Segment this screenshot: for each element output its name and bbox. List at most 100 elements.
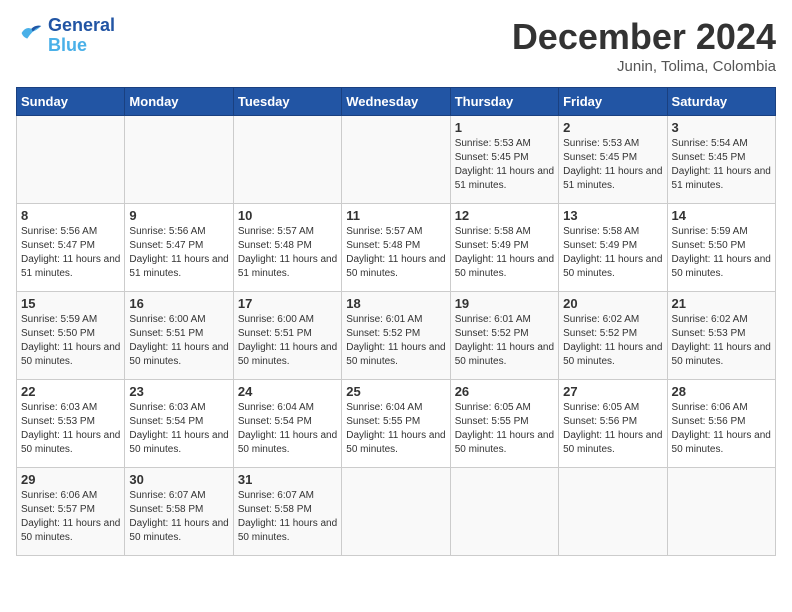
day-of-week-header: Wednesday bbox=[342, 88, 450, 116]
day-info: Sunrise: 6:05 AM Sunset: 5:56 PM Dayligh… bbox=[563, 401, 662, 457]
day-of-week-header: Tuesday bbox=[233, 88, 341, 116]
day-info: Sunrise: 5:57 AM Sunset: 5:48 PM Dayligh… bbox=[346, 225, 445, 281]
calendar-week-row: 8 Sunrise: 5:56 AM Sunset: 5:47 PM Dayli… bbox=[17, 204, 776, 292]
day-number: 22 bbox=[21, 384, 120, 399]
day-number: 18 bbox=[346, 296, 445, 311]
day-number: 25 bbox=[346, 384, 445, 399]
calendar-day-cell bbox=[450, 468, 558, 556]
day-of-week-header: Thursday bbox=[450, 88, 558, 116]
calendar-day-cell bbox=[342, 468, 450, 556]
day-info: Sunrise: 6:04 AM Sunset: 5:55 PM Dayligh… bbox=[346, 401, 445, 457]
calendar-day-cell: 16 Sunrise: 6:00 AM Sunset: 5:51 PM Dayl… bbox=[125, 292, 233, 380]
calendar-day-cell: 1 Sunrise: 5:53 AM Sunset: 5:45 PM Dayli… bbox=[450, 116, 558, 204]
day-info: Sunrise: 6:00 AM Sunset: 5:51 PM Dayligh… bbox=[238, 313, 337, 369]
calendar-week-row: 29 Sunrise: 6:06 AM Sunset: 5:57 PM Dayl… bbox=[17, 468, 776, 556]
day-info: Sunrise: 6:03 AM Sunset: 5:54 PM Dayligh… bbox=[129, 401, 228, 457]
calendar-day-cell bbox=[559, 468, 667, 556]
calendar-day-cell: 10 Sunrise: 5:57 AM Sunset: 5:48 PM Dayl… bbox=[233, 204, 341, 292]
day-info: Sunrise: 5:56 AM Sunset: 5:47 PM Dayligh… bbox=[129, 225, 228, 281]
calendar-day-cell: 15 Sunrise: 5:59 AM Sunset: 5:50 PM Dayl… bbox=[17, 292, 125, 380]
day-info: Sunrise: 5:59 AM Sunset: 5:50 PM Dayligh… bbox=[672, 225, 771, 281]
day-number: 10 bbox=[238, 208, 337, 223]
day-info: Sunrise: 6:06 AM Sunset: 5:56 PM Dayligh… bbox=[672, 401, 771, 457]
day-number: 17 bbox=[238, 296, 337, 311]
calendar-week-row: 1 Sunrise: 5:53 AM Sunset: 5:45 PM Dayli… bbox=[17, 116, 776, 204]
logo: General Blue bbox=[16, 16, 115, 56]
day-of-week-header: Sunday bbox=[17, 88, 125, 116]
location-subtitle: Junin, Tolima, Colombia bbox=[512, 58, 776, 75]
calendar-day-cell bbox=[667, 468, 775, 556]
calendar-day-cell: 25 Sunrise: 6:04 AM Sunset: 5:55 PM Dayl… bbox=[342, 380, 450, 468]
calendar-week-row: 22 Sunrise: 6:03 AM Sunset: 5:53 PM Dayl… bbox=[17, 380, 776, 468]
calendar-day-cell: 29 Sunrise: 6:06 AM Sunset: 5:57 PM Dayl… bbox=[17, 468, 125, 556]
day-number: 8 bbox=[21, 208, 120, 223]
title-area: December 2024 Junin, Tolima, Colombia bbox=[512, 16, 776, 75]
day-info: Sunrise: 5:56 AM Sunset: 5:47 PM Dayligh… bbox=[21, 225, 120, 281]
calendar-day-cell: 20 Sunrise: 6:02 AM Sunset: 5:52 PM Dayl… bbox=[559, 292, 667, 380]
day-info: Sunrise: 5:58 AM Sunset: 5:49 PM Dayligh… bbox=[455, 225, 554, 281]
calendar-day-cell: 2 Sunrise: 5:53 AM Sunset: 5:45 PM Dayli… bbox=[559, 116, 667, 204]
month-title: December 2024 bbox=[512, 16, 776, 58]
day-number: 9 bbox=[129, 208, 228, 223]
day-info: Sunrise: 6:02 AM Sunset: 5:53 PM Dayligh… bbox=[672, 313, 771, 369]
day-number: 11 bbox=[346, 208, 445, 223]
day-number: 13 bbox=[563, 208, 662, 223]
calendar-day-cell: 19 Sunrise: 6:01 AM Sunset: 5:52 PM Dayl… bbox=[450, 292, 558, 380]
day-number: 26 bbox=[455, 384, 554, 399]
day-info: Sunrise: 5:54 AM Sunset: 5:45 PM Dayligh… bbox=[672, 137, 771, 193]
calendar-day-cell: 27 Sunrise: 6:05 AM Sunset: 5:56 PM Dayl… bbox=[559, 380, 667, 468]
day-info: Sunrise: 6:01 AM Sunset: 5:52 PM Dayligh… bbox=[455, 313, 554, 369]
calendar-day-cell: 13 Sunrise: 5:58 AM Sunset: 5:49 PM Dayl… bbox=[559, 204, 667, 292]
day-info: Sunrise: 6:02 AM Sunset: 5:52 PM Dayligh… bbox=[563, 313, 662, 369]
day-number: 27 bbox=[563, 384, 662, 399]
calendar-day-cell: 18 Sunrise: 6:01 AM Sunset: 5:52 PM Dayl… bbox=[342, 292, 450, 380]
calendar-day-cell: 24 Sunrise: 6:04 AM Sunset: 5:54 PM Dayl… bbox=[233, 380, 341, 468]
day-info: Sunrise: 6:01 AM Sunset: 5:52 PM Dayligh… bbox=[346, 313, 445, 369]
day-info: Sunrise: 6:00 AM Sunset: 5:51 PM Dayligh… bbox=[129, 313, 228, 369]
day-number: 30 bbox=[129, 472, 228, 487]
day-number: 19 bbox=[455, 296, 554, 311]
calendar-day-cell: 11 Sunrise: 5:57 AM Sunset: 5:48 PM Dayl… bbox=[342, 204, 450, 292]
day-of-week-header: Friday bbox=[559, 88, 667, 116]
logo-name: General Blue bbox=[48, 16, 115, 56]
day-info: Sunrise: 5:53 AM Sunset: 5:45 PM Dayligh… bbox=[455, 137, 554, 193]
day-info: Sunrise: 5:59 AM Sunset: 5:50 PM Dayligh… bbox=[21, 313, 120, 369]
calendar-table: SundayMondayTuesdayWednesdayThursdayFrid… bbox=[16, 87, 776, 556]
calendar-day-cell: 28 Sunrise: 6:06 AM Sunset: 5:56 PM Dayl… bbox=[667, 380, 775, 468]
day-number: 31 bbox=[238, 472, 337, 487]
day-info: Sunrise: 6:06 AM Sunset: 5:57 PM Dayligh… bbox=[21, 489, 120, 545]
day-number: 1 bbox=[455, 120, 554, 135]
calendar-body: 1 Sunrise: 5:53 AM Sunset: 5:45 PM Dayli… bbox=[17, 116, 776, 556]
calendar-day-cell bbox=[17, 116, 125, 204]
day-number: 24 bbox=[238, 384, 337, 399]
day-number: 12 bbox=[455, 208, 554, 223]
day-number: 14 bbox=[672, 208, 771, 223]
calendar-day-cell: 26 Sunrise: 6:05 AM Sunset: 5:55 PM Dayl… bbox=[450, 380, 558, 468]
day-info: Sunrise: 6:03 AM Sunset: 5:53 PM Dayligh… bbox=[21, 401, 120, 457]
calendar-day-cell: 31 Sunrise: 6:07 AM Sunset: 5:58 PM Dayl… bbox=[233, 468, 341, 556]
day-info: Sunrise: 6:07 AM Sunset: 5:58 PM Dayligh… bbox=[129, 489, 228, 545]
calendar-day-cell: 14 Sunrise: 5:59 AM Sunset: 5:50 PM Dayl… bbox=[667, 204, 775, 292]
day-number: 23 bbox=[129, 384, 228, 399]
day-info: Sunrise: 6:07 AM Sunset: 5:58 PM Dayligh… bbox=[238, 489, 337, 545]
day-number: 3 bbox=[672, 120, 771, 135]
calendar-day-cell: 30 Sunrise: 6:07 AM Sunset: 5:58 PM Dayl… bbox=[125, 468, 233, 556]
day-info: Sunrise: 5:58 AM Sunset: 5:49 PM Dayligh… bbox=[563, 225, 662, 281]
day-number: 21 bbox=[672, 296, 771, 311]
calendar-day-cell: 21 Sunrise: 6:02 AM Sunset: 5:53 PM Dayl… bbox=[667, 292, 775, 380]
day-of-week-header: Monday bbox=[125, 88, 233, 116]
day-number: 2 bbox=[563, 120, 662, 135]
day-info: Sunrise: 6:05 AM Sunset: 5:55 PM Dayligh… bbox=[455, 401, 554, 457]
day-number: 29 bbox=[21, 472, 120, 487]
day-info: Sunrise: 5:53 AM Sunset: 5:45 PM Dayligh… bbox=[563, 137, 662, 193]
calendar-day-cell: 9 Sunrise: 5:56 AM Sunset: 5:47 PM Dayli… bbox=[125, 204, 233, 292]
calendar-day-cell bbox=[342, 116, 450, 204]
logo-bird-icon bbox=[16, 19, 44, 47]
calendar-day-cell: 12 Sunrise: 5:58 AM Sunset: 5:49 PM Dayl… bbox=[450, 204, 558, 292]
day-number: 28 bbox=[672, 384, 771, 399]
day-number: 15 bbox=[21, 296, 120, 311]
header: General Blue December 2024 Junin, Tolima… bbox=[16, 16, 776, 75]
calendar-day-cell bbox=[125, 116, 233, 204]
calendar-day-cell: 8 Sunrise: 5:56 AM Sunset: 5:47 PM Dayli… bbox=[17, 204, 125, 292]
day-info: Sunrise: 5:57 AM Sunset: 5:48 PM Dayligh… bbox=[238, 225, 337, 281]
